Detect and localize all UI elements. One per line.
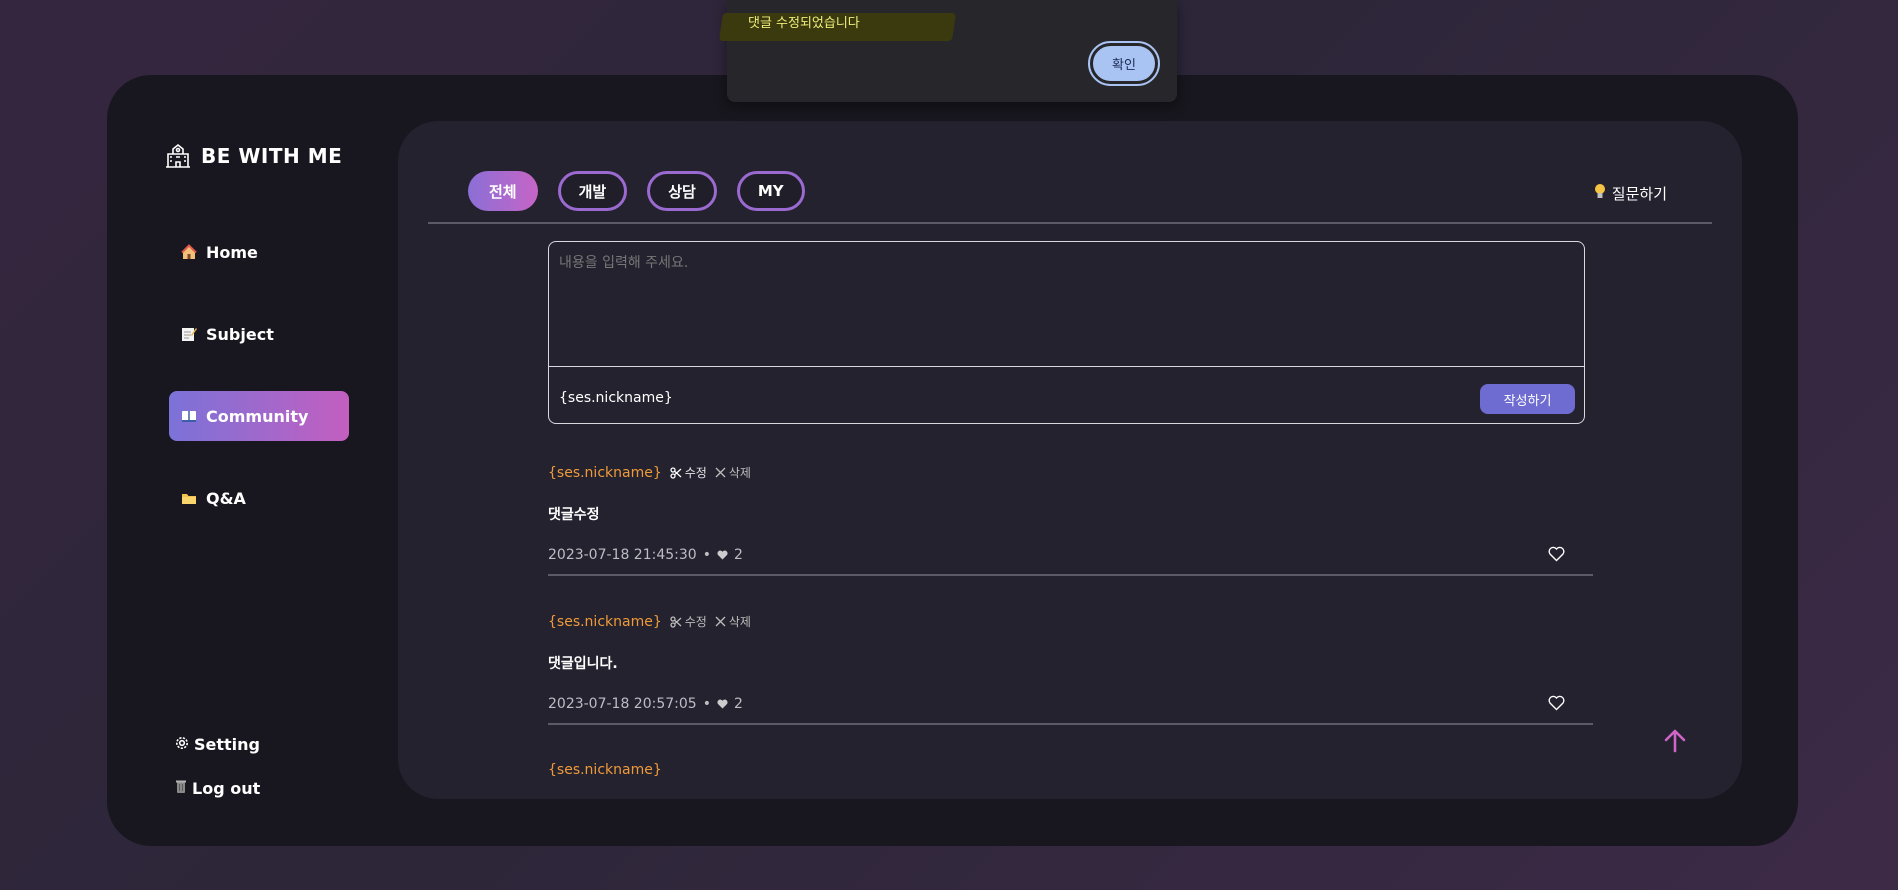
- sidebar-item-qna[interactable]: Q&A: [169, 473, 349, 523]
- app-window: BE WITH ME Home Subject Community Q&A Se…: [107, 75, 1798, 846]
- gear-icon: [175, 735, 189, 754]
- sidebar-item-label: Home: [206, 242, 258, 262]
- brand-name: BE WITH ME: [201, 144, 343, 168]
- close-icon: [715, 616, 726, 627]
- edit-label: 수정: [684, 615, 707, 629]
- ask-question-button[interactable]: 질문하기: [1594, 183, 1667, 204]
- comment-divider: [548, 574, 1593, 576]
- sidebar-item-community[interactable]: Community: [169, 391, 349, 441]
- sidebar-item-subject[interactable]: Subject: [169, 309, 349, 359]
- sidebar-item-home[interactable]: Home: [169, 227, 349, 277]
- comment-item: {ses.nickname}: [548, 762, 1593, 778]
- delete-label: 삭제: [728, 615, 751, 629]
- edit-comment-button[interactable]: 수정: [670, 464, 707, 481]
- alert-dialog: 댓글 수정되었습니다 확인: [719, 0, 1177, 102]
- like-button[interactable]: [1548, 695, 1565, 715]
- logout-button[interactable]: Log out: [175, 779, 260, 798]
- dot-separator: •: [702, 547, 711, 563]
- edit-comment-button[interactable]: 수정: [670, 613, 707, 630]
- comment-nickname: {ses.nickname}: [548, 762, 662, 778]
- heart-small-icon: [717, 699, 728, 709]
- dot-separator: •: [702, 696, 711, 712]
- comment-textarea[interactable]: [549, 242, 1584, 367]
- delete-label: 삭제: [728, 466, 751, 480]
- comment-meta: 2023-07-18 20:57:05 • 2: [548, 695, 1593, 715]
- lightbulb-icon: [1594, 183, 1606, 204]
- delete-comment-button[interactable]: 삭제: [715, 613, 751, 630]
- comment-item: {ses.nickname} 수정 삭제 댓글수정 2023-07-18 21:…: [548, 464, 1593, 576]
- scissors-icon: [670, 615, 682, 628]
- composer-nickname: {ses.nickname}: [559, 390, 673, 406]
- trash-icon: [175, 779, 187, 798]
- comment-body: 댓글입니다.: [548, 656, 618, 672]
- scissors-icon: [670, 466, 682, 479]
- tab-dev[interactable]: 개발: [557, 171, 628, 211]
- heart-outline-icon: [1548, 546, 1565, 562]
- close-icon: [715, 467, 726, 478]
- logout-label: Log out: [192, 779, 261, 798]
- sidebar-item-label: Subject: [206, 324, 274, 344]
- delete-comment-button[interactable]: 삭제: [715, 464, 751, 481]
- heart-outline-icon: [1548, 695, 1565, 711]
- tab-counsel[interactable]: 상담: [647, 171, 717, 211]
- scroll-to-top-button[interactable]: [1664, 729, 1686, 757]
- school-building-icon: [166, 143, 190, 168]
- comment-timestamp: 2023-07-18 20:57:05: [548, 696, 697, 712]
- confirm-button[interactable]: 확인: [1088, 41, 1160, 86]
- comment-header: {ses.nickname} 수정 삭제: [548, 464, 1593, 481]
- setting-button[interactable]: Setting: [175, 735, 260, 754]
- edit-label: 수정: [684, 466, 707, 480]
- comment-nickname: {ses.nickname}: [548, 464, 662, 481]
- comment-divider: [548, 723, 1593, 725]
- like-count: 2: [733, 547, 743, 563]
- community-panel: 전체 개발 상담 MY 질문하기 {ses.nickname} 작성하기 {se…: [398, 121, 1742, 799]
- like-button[interactable]: [1548, 546, 1565, 566]
- heart-small-icon: [717, 550, 728, 560]
- divider: [428, 222, 1712, 224]
- sidebar-item-label: Community: [206, 406, 309, 426]
- category-tabs: 전체 개발 상담 MY: [468, 171, 805, 211]
- arrow-up-icon: [1664, 729, 1686, 753]
- comment-item: {ses.nickname} 수정 삭제 댓글입니다. 2023-07-18 2…: [548, 613, 1593, 725]
- tab-my[interactable]: MY: [736, 171, 805, 211]
- open-book-icon: [181, 408, 197, 424]
- brand-logo[interactable]: BE WITH ME: [165, 143, 342, 169]
- submit-comment-button[interactable]: 작성하기: [1480, 384, 1575, 414]
- comment-composer: {ses.nickname} 작성하기: [548, 241, 1585, 424]
- folder-icon: [181, 490, 197, 506]
- memo-icon: [181, 326, 197, 342]
- comment-header: {ses.nickname}: [548, 762, 1593, 778]
- tab-all[interactable]: 전체: [468, 171, 538, 211]
- composer-footer: {ses.nickname} 작성하기: [549, 371, 1584, 423]
- comment-header: {ses.nickname} 수정 삭제: [548, 613, 1593, 630]
- comment-timestamp: 2023-07-18 21:45:30: [548, 547, 697, 563]
- comment-body: 댓글수정: [548, 507, 600, 523]
- sidebar-item-label: Q&A: [206, 488, 246, 508]
- ask-question-label: 질문하기: [1611, 185, 1667, 203]
- comment-meta: 2023-07-18 21:45:30 • 2: [548, 546, 1593, 566]
- house-icon: [181, 244, 197, 260]
- setting-label: Setting: [194, 735, 260, 754]
- like-count: 2: [733, 696, 743, 712]
- alert-message: 댓글 수정되었습니다: [748, 16, 860, 31]
- comment-nickname: {ses.nickname}: [548, 613, 662, 630]
